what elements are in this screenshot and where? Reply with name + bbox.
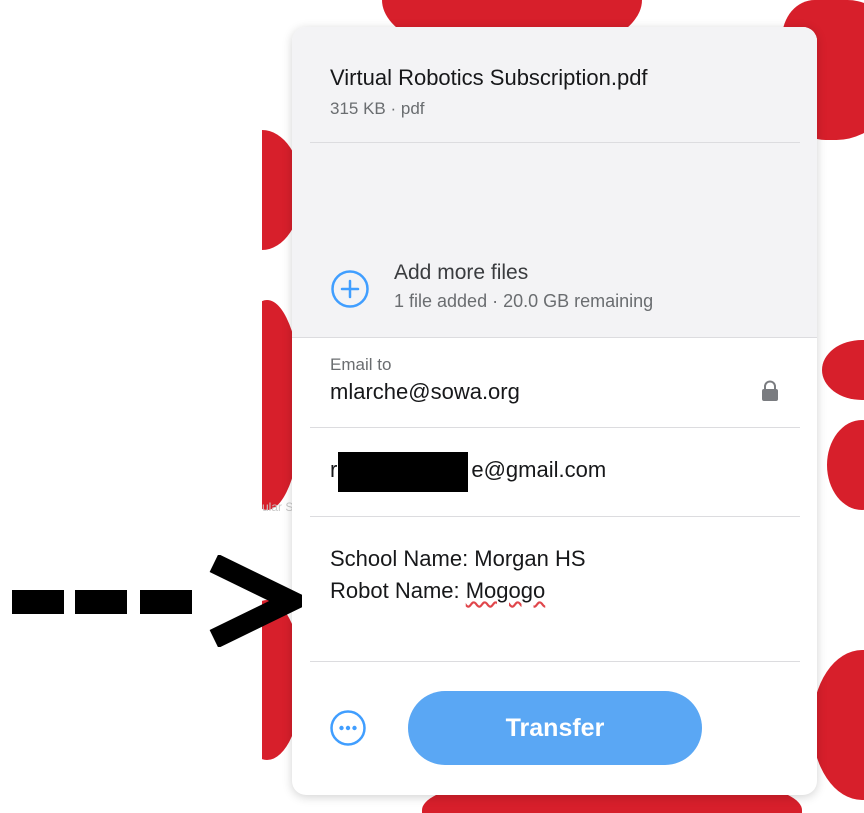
arrow-dash xyxy=(140,590,192,614)
file-item[interactable]: Virtual Robotics Subscription.pdf 315 KB… xyxy=(310,27,800,143)
your-email-field[interactable]: r e@gmail.com xyxy=(310,427,800,517)
file-name: Virtual Robotics Subscription.pdf xyxy=(330,65,648,90)
transfer-panel: Virtual Robotics Subscription.pdf 315 KB… xyxy=(292,27,817,795)
red-shape xyxy=(827,420,864,510)
redaction-box xyxy=(338,452,468,492)
add-files-status: 1 file added · 20.0 GB remaining xyxy=(394,291,654,311)
plus-circle-icon xyxy=(331,270,369,308)
message-field[interactable]: School Name: Morgan HS Robot Name: Mogog… xyxy=(310,516,800,662)
email-to-field[interactable]: Email to mlarche@sowa.org xyxy=(310,337,800,428)
add-more-files-button[interactable]: Add more files 1 file added · 20.0 GB re… xyxy=(330,259,790,319)
arrow-dash xyxy=(12,590,64,614)
transfer-button[interactable]: Transfer xyxy=(408,691,702,765)
add-files-label: Add more files xyxy=(394,261,529,284)
your-email-suffix: e@gmail.com xyxy=(471,457,607,482)
message-line-1: School Name: Morgan HS xyxy=(330,546,586,571)
your-email-prefix: r xyxy=(330,457,338,482)
file-meta: 315 KB · pdf xyxy=(330,99,425,118)
arrow-dash xyxy=(75,590,127,614)
email-to-value[interactable]: mlarche@sowa.org xyxy=(330,379,710,405)
message-line-2-prefix: Robot Name: xyxy=(330,578,466,603)
arrowhead-icon xyxy=(209,555,302,647)
lock-icon xyxy=(762,380,778,401)
email-to-label: Email to xyxy=(330,355,392,374)
ellipsis-circle-icon[interactable] xyxy=(329,709,367,747)
red-shape xyxy=(812,650,864,800)
red-shape xyxy=(822,340,864,400)
files-area: Virtual Robotics Subscription.pdf 315 KB… xyxy=(292,27,817,337)
message-line-2: Robot Name: Mogogo xyxy=(330,578,545,604)
spellcheck-word: Mogogo xyxy=(465,578,546,603)
